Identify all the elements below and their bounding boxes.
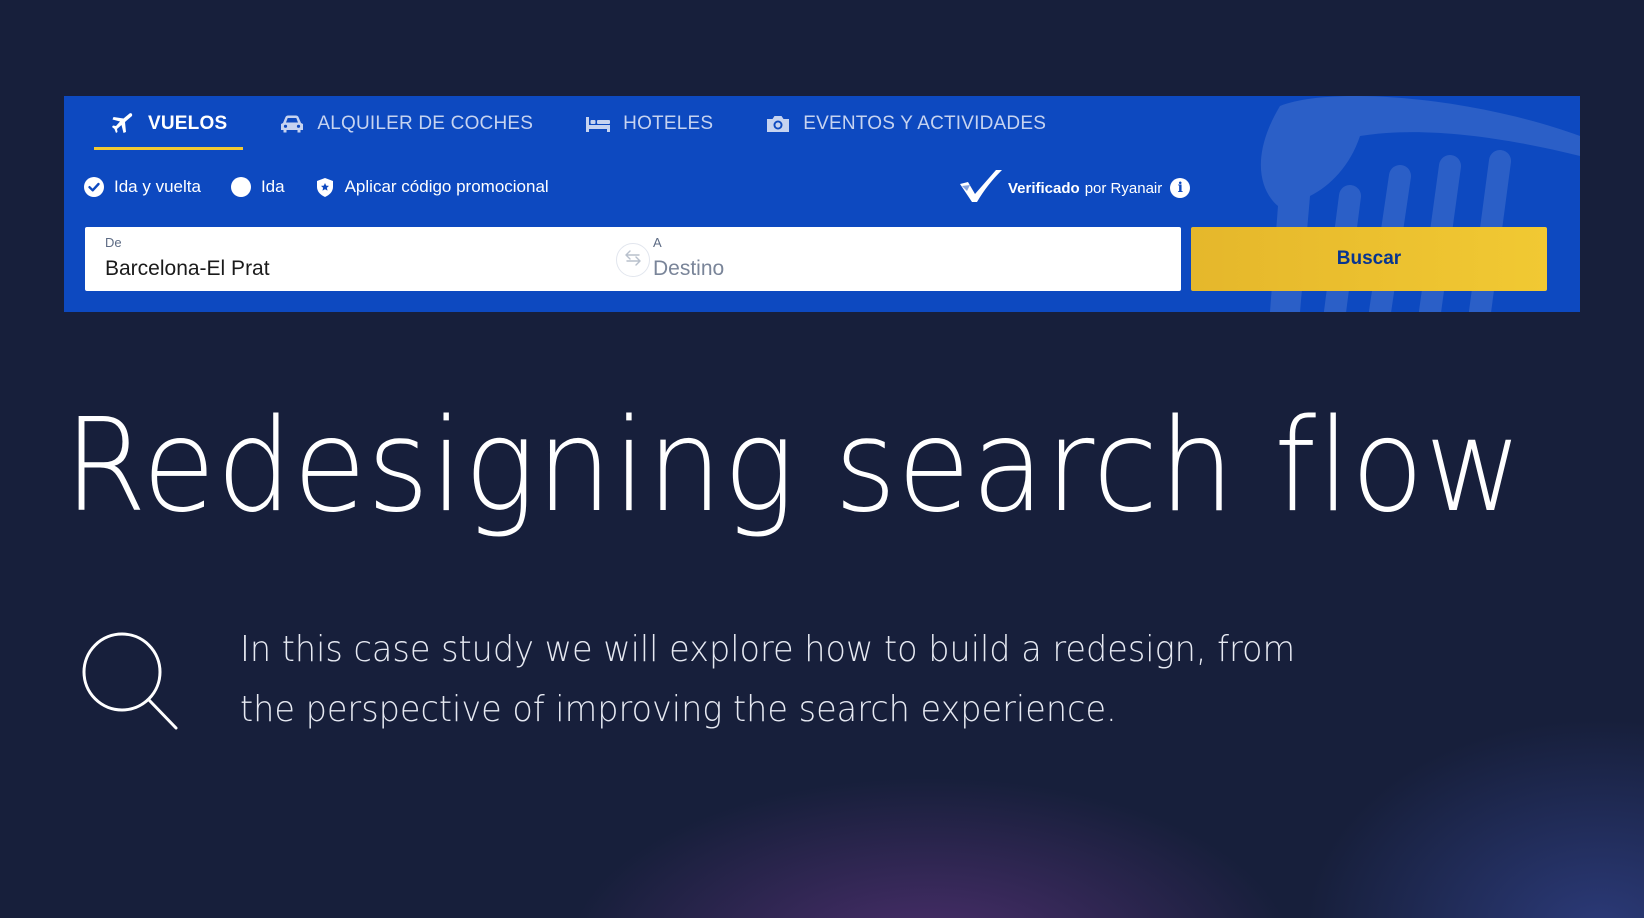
destination-placeholder: Destino	[653, 257, 725, 280]
round-trip-radio[interactable]: Ida y vuelta	[84, 177, 201, 197]
search-button[interactable]: Buscar	[1191, 227, 1547, 291]
tab-label: ALQUILER DE COCHES	[317, 113, 534, 134]
verified-rest-text: por Ryanair	[1084, 179, 1163, 197]
verified-by-ryanair: Verificado por Ryanair i	[958, 168, 1191, 208]
promo-label: Aplicar código promocional	[344, 177, 549, 196]
tab-hoteles[interactable]: HOTELES	[559, 96, 739, 152]
page-headline: Redesigning search flow	[64, 392, 1523, 541]
verified-strong-text: Verificado	[1008, 179, 1080, 197]
tab-label: VUELOS	[148, 113, 228, 134]
tab-eventos-y-actividades[interactable]: EVENTOS Y ACTIVIDADES	[739, 96, 1072, 152]
case-study-description: In this case study we will explore how t…	[240, 629, 1296, 730]
bed-icon	[585, 113, 611, 135]
plane-icon	[110, 113, 136, 135]
ryanair-search-widget: VUELOS ALQUILER DE COCHES HOTELES EVENTO…	[64, 96, 1580, 312]
origin-value: Barcelona-El Prat	[105, 257, 270, 280]
trip-options: Ida y vuelta Ida Aplicar código promocio…	[84, 172, 579, 202]
promo-badge-icon	[315, 177, 335, 197]
one-way-radio[interactable]: Ida	[230, 177, 285, 197]
promo-code-link[interactable]: Aplicar código promocional	[315, 177, 549, 197]
product-tabs: VUELOS ALQUILER DE COCHES HOTELES EVENTO…	[84, 96, 1072, 152]
car-icon	[279, 113, 305, 135]
tab-alquiler-de-coches[interactable]: ALQUILER DE COCHES	[253, 96, 559, 152]
origin-field[interactable]: De Barcelona-El Prat	[85, 227, 633, 291]
one-way-label: Ida	[260, 177, 285, 196]
swap-route-button[interactable]	[616, 243, 650, 277]
tab-label: HOTELES	[623, 113, 714, 134]
destination-label: A	[653, 235, 662, 250]
origin-label: De	[105, 235, 122, 250]
radio-empty-icon	[230, 177, 251, 197]
magnifier-icon	[82, 632, 178, 730]
round-trip-label: Ida y vuelta	[114, 177, 201, 196]
tab-label: EVENTOS Y ACTIVIDADES	[803, 113, 1047, 134]
destination-field[interactable]: A Destino	[633, 227, 1181, 291]
route-fields: De Barcelona-El Prat A Destino	[85, 227, 1181, 291]
info-icon[interactable]: i	[1170, 178, 1191, 198]
verified-check-icon	[958, 168, 1004, 208]
check-circle-icon	[84, 177, 104, 197]
swap-arrows-icon	[623, 248, 643, 273]
camera-icon	[765, 113, 791, 135]
tab-vuelos[interactable]: VUELOS	[84, 96, 253, 152]
